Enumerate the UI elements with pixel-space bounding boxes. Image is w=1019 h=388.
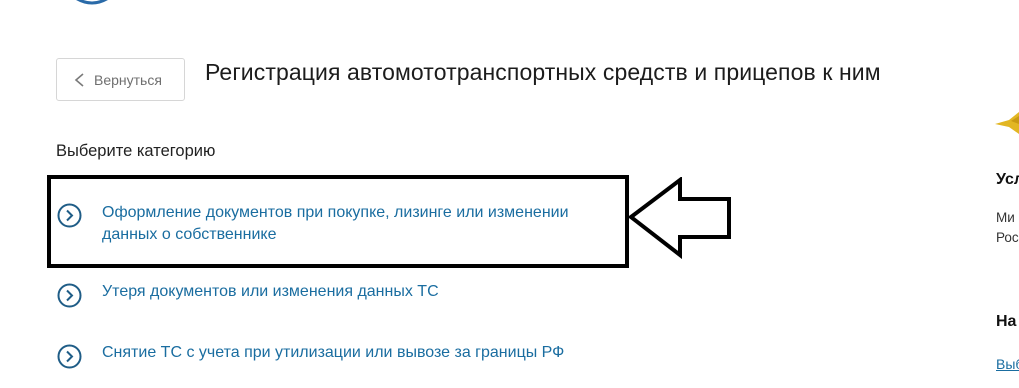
category-option-deregistration[interactable]: Снятие ТС с учета при утилизации или выв…: [57, 344, 564, 369]
page-title: Регистрация автомототранспортных средств…: [205, 59, 881, 85]
circle-chevron-right-icon: [57, 283, 82, 308]
sidebar-heading-2: На: [996, 313, 1017, 330]
emblem-icon: [995, 112, 1019, 134]
sidebar-heading-services: Усл: [996, 171, 1019, 188]
sidebar-text: Ми: [996, 210, 1015, 225]
option-text-line: Снятие ТС с учета при утилизации или выв…: [102, 344, 565, 361]
sidebar-link[interactable]: Выб: [996, 356, 1019, 372]
back-button-label: Вернуться: [94, 71, 162, 88]
option-text-line: Утеря документов или изменения данных ТС: [102, 283, 439, 300]
circle-chevron-right-icon: [57, 344, 82, 369]
back-chevron-icon: [74, 72, 84, 87]
back-button[interactable]: Вернуться: [56, 58, 185, 101]
category-option-lost-documents[interactable]: Утеря документов или изменения данных ТС: [57, 283, 439, 308]
annotation-arrow-icon: [628, 177, 731, 259]
category-label: Выберите категорию: [56, 142, 216, 160]
sidebar-text: Рос: [996, 230, 1019, 245]
annotation-highlight-box: [47, 175, 629, 268]
logo-icon: [76, 0, 108, 5]
